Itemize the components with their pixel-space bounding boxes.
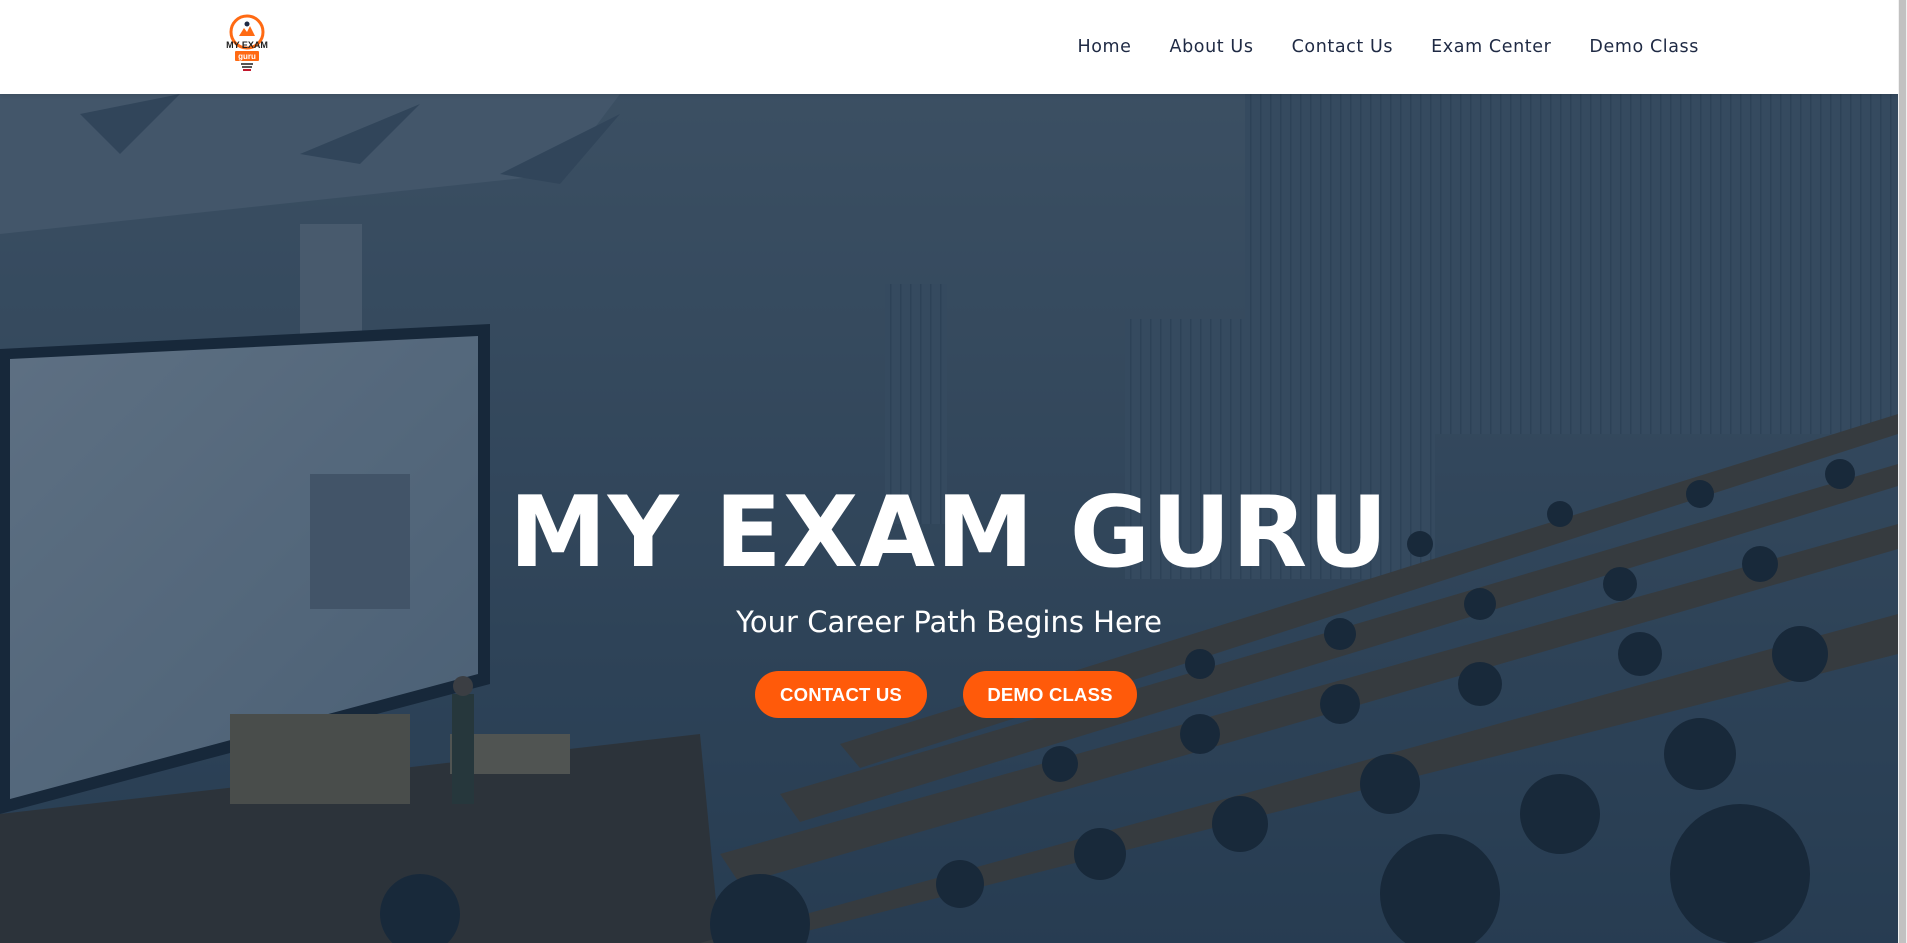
- logo-icon: MY EXAM guru: [226, 14, 268, 71]
- nav-item-home[interactable]: Home: [1077, 37, 1131, 57]
- site-logo[interactable]: MY EXAM guru: [222, 14, 272, 78]
- hero-section: MY EXAM GURU Your Career Path Begins Her…: [0, 94, 1898, 943]
- nav-item-exam-center[interactable]: Exam Center: [1431, 37, 1551, 57]
- contact-us-button[interactable]: CONTACT US: [755, 671, 927, 718]
- nav-item-about-us[interactable]: About Us: [1170, 37, 1254, 57]
- nav-item-demo-class[interactable]: Demo Class: [1589, 37, 1699, 57]
- main-nav: Home About Us Contact Us Exam Center Dem…: [1039, 0, 1699, 94]
- nav-item-contact-us[interactable]: Contact Us: [1292, 37, 1394, 57]
- hero-title: MY EXAM GURU: [509, 476, 1389, 590]
- hero-content: MY EXAM GURU Your Career Path Begins Her…: [0, 94, 1898, 943]
- page: MY EXAM guru Home About Us Contact Us Ex…: [0, 0, 1907, 943]
- demo-class-button[interactable]: DEMO CLASS: [963, 671, 1137, 718]
- hero-subtitle: Your Career Path Begins Here: [736, 605, 1162, 639]
- scrollbar-thumb[interactable]: [1899, 0, 1906, 943]
- site-header: MY EXAM guru Home About Us Contact Us Ex…: [0, 0, 1898, 94]
- logo-text-line1: MY EXAM: [226, 40, 268, 50]
- page-scrollbar[interactable]: [1898, 0, 1907, 943]
- logo-text-line2: guru: [238, 52, 256, 61]
